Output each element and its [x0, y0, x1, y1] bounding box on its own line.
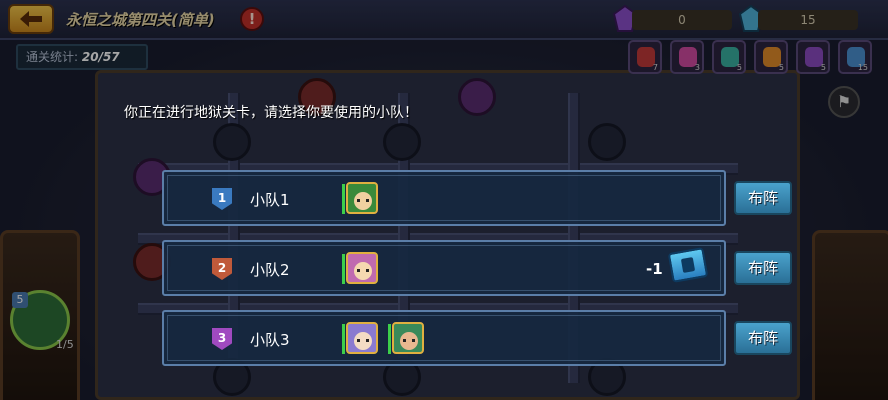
squad-name: 小队2 [250, 261, 290, 279]
dialog-prompt: 你正在进行地狱关卡，请选择你要使用的小队！ [124, 105, 418, 121]
formation-button-2[interactable]: 布阵 [734, 251, 792, 285]
formation-button-3[interactable]: 布阵 [734, 321, 792, 355]
hell-ticket-icon [667, 247, 709, 283]
squad-name: 小队3 [250, 331, 290, 349]
hero-hp-bar [388, 324, 391, 354]
squad-row-3[interactable]: 3 小队3 [162, 310, 726, 366]
squad-row-1[interactable]: 1 小队1 [162, 170, 726, 226]
squad-badge: 3 [212, 328, 232, 350]
hero-portrait [392, 322, 424, 354]
hero-hp-bar [342, 184, 345, 214]
hero-hp-bar [342, 324, 345, 354]
squad-badge: 2 [212, 258, 232, 280]
ticket-cost: -1 [646, 260, 663, 278]
hero-portrait [346, 322, 378, 354]
squad-badge: 1 [212, 188, 232, 210]
squad-name: 小队1 [250, 191, 290, 209]
formation-button-1[interactable]: 布阵 [734, 181, 792, 215]
hero-portrait [346, 252, 378, 284]
hero-hp-bar [342, 254, 345, 284]
squad-row-2[interactable]: 2 小队2 -1 [162, 240, 726, 296]
hero-portrait [346, 182, 378, 214]
